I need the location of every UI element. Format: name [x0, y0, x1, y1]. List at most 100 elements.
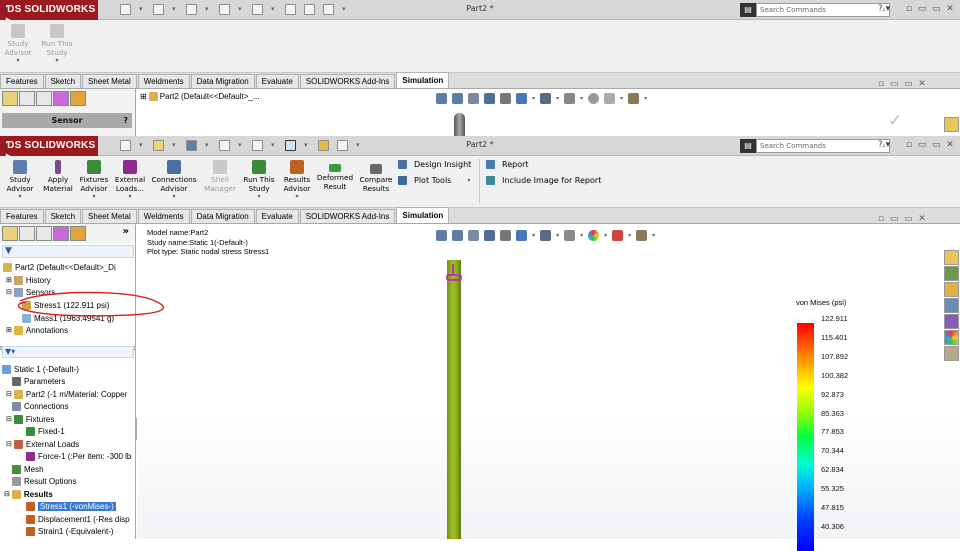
- connections-advisor-button[interactable]: Connections Advisor ▾: [150, 160, 198, 202]
- feature-manager-tab-icon[interactable]: [2, 91, 18, 106]
- zoom-fit-icon[interactable]: [436, 230, 447, 241]
- new-icon[interactable]: [120, 140, 131, 151]
- appearance-icon[interactable]: [588, 93, 600, 104]
- viewport-window-controls-bg[interactable]: ▫ ▭ ▭ ✕: [878, 79, 926, 89]
- undo-icon[interactable]: [252, 4, 263, 15]
- window-controls[interactable]: ▫ ▭ ▭ ✕: [906, 140, 954, 150]
- external-loads-button[interactable]: External Loads... ▾: [113, 160, 147, 202]
- tab-data-migration[interactable]: Data Migration: [190, 209, 255, 223]
- tab-sketch[interactable]: Sketch: [44, 74, 82, 88]
- study-fixed-1[interactable]: Fixed-1: [26, 425, 65, 437]
- search-commands-icon[interactable]: ▤: [740, 3, 756, 17]
- study-result-options[interactable]: Result Options: [12, 475, 76, 487]
- view-orientation-icon[interactable]: [516, 93, 527, 104]
- section-view-icon[interactable]: [484, 93, 495, 104]
- tab-features[interactable]: Features: [0, 74, 44, 88]
- feature-manager-tab-icon[interactable]: [2, 226, 18, 241]
- study-advisor-button[interactable]: Study Advisor ▾: [4, 160, 36, 202]
- file-explorer-icon[interactable]: [944, 298, 959, 313]
- tab-evaluate[interactable]: Evaluate: [255, 74, 299, 88]
- open-icon[interactable]: [153, 4, 164, 15]
- study-filter-icon[interactable]: ▼▾: [2, 346, 134, 358]
- solidworks-logo[interactable]: ƊSSOLIDWORKS ▸: [0, 136, 98, 162]
- display-manager-tab-icon[interactable]: [70, 226, 86, 241]
- solidworks-logo[interactable]: ƊSSOLIDWORKS ▸: [0, 0, 98, 26]
- window-controls[interactable]: ▫ ▭ ▭ ✕: [906, 4, 954, 14]
- tab-weldments[interactable]: Weldments: [137, 74, 190, 88]
- tab-weldments[interactable]: Weldments: [137, 209, 190, 223]
- run-study-button[interactable]: Run This Study ▾: [242, 160, 276, 202]
- new-icon[interactable]: [120, 4, 131, 15]
- legend-color-bar[interactable]: [797, 323, 814, 551]
- search-commands-input[interactable]: Search Commands ⌕: [756, 139, 890, 153]
- tab-simulation[interactable]: Simulation: [396, 72, 450, 88]
- options-icon[interactable]: [337, 140, 348, 151]
- zoom-area-icon[interactable]: [452, 93, 463, 104]
- compare-results-button[interactable]: Compare Results: [358, 164, 394, 193]
- tree-root[interactable]: Part2 (Default<<Default>_Di: [3, 261, 116, 273]
- home-taskpane-icon[interactable]: [944, 117, 959, 132]
- include-image-button[interactable]: Include Image for Report: [486, 176, 601, 185]
- view-orientation-icon[interactable]: [516, 230, 527, 241]
- run-study-button-bg[interactable]: Run This Study ▾: [40, 24, 74, 66]
- study-parameters[interactable]: Parameters: [12, 375, 65, 387]
- resources-taskpane-icon[interactable]: [944, 266, 959, 281]
- viewport-window-controls[interactable]: ▫ ▭ ▭ ✕: [878, 214, 926, 224]
- dimxpert-tab-icon[interactable]: [53, 226, 69, 241]
- deformed-result-button[interactable]: Deformed Result: [316, 164, 354, 191]
- help-icon[interactable]: ?: [123, 113, 128, 128]
- search-commands-icon[interactable]: ▤: [740, 139, 756, 153]
- tab-sheet-metal[interactable]: Sheet Metal: [82, 209, 137, 223]
- study-advisor-button-bg[interactable]: Study Advisor ▾: [4, 24, 32, 66]
- tree-annotations[interactable]: ⊞ Annotations: [6, 324, 68, 336]
- part-preview[interactable]: [454, 113, 465, 136]
- undo-icon[interactable]: [252, 140, 263, 151]
- ok-checkmark-icon[interactable]: ✓: [888, 111, 902, 131]
- select-icon[interactable]: [285, 4, 296, 15]
- display-style-icon[interactable]: [540, 93, 552, 104]
- dynamic-annotation-icon[interactable]: [500, 230, 511, 241]
- tab-sketch[interactable]: Sketch: [44, 209, 82, 223]
- help-icon[interactable]: ? ▾: [878, 4, 890, 14]
- search-commands-input[interactable]: Search Commands ⌕: [756, 3, 890, 17]
- study-results[interactable]: ⊟ Results: [4, 488, 53, 500]
- property-manager-tab-icon[interactable]: [19, 226, 35, 241]
- save-icon[interactable]: [186, 140, 197, 151]
- view-settings-icon[interactable]: [628, 93, 640, 104]
- study-fixtures[interactable]: ⊟ Fixtures: [6, 413, 54, 425]
- study-part[interactable]: ⊟ Part2 (-1 m/Material: Copper: [6, 388, 127, 400]
- study-connections[interactable]: Connections: [12, 400, 68, 412]
- print-icon[interactable]: [219, 140, 230, 151]
- result-strain1[interactable]: Strain1 (-Equivalent-): [26, 525, 114, 537]
- design-library-icon[interactable]: [944, 282, 959, 297]
- filter-icon[interactable]: ▼: [2, 245, 134, 258]
- display-manager-tab-icon[interactable]: [70, 91, 86, 106]
- result-displacement1[interactable]: Displacement1 (-Res disp: [26, 513, 130, 525]
- study-root[interactable]: Static 1 (-Default-): [2, 363, 79, 375]
- results-advisor-button[interactable]: Results Advisor ▾: [281, 160, 313, 202]
- fixtures-advisor-button[interactable]: Fixtures Advisor ▾: [78, 160, 110, 202]
- config-manager-tab-icon[interactable]: [36, 91, 52, 106]
- apply-material-button[interactable]: Apply Material: [42, 160, 74, 193]
- shell-manager-button[interactable]: Shell Manager: [202, 160, 238, 193]
- tab-data-migration[interactable]: Data Migration: [190, 74, 255, 88]
- tab-addins[interactable]: SOLIDWORKS Add-Ins: [299, 74, 396, 88]
- study-mesh[interactable]: Mesh: [12, 463, 44, 475]
- dimxpert-tab-icon[interactable]: [53, 91, 69, 106]
- rebuild-icon[interactable]: [304, 4, 315, 15]
- select-icon[interactable]: [285, 140, 296, 151]
- print-icon[interactable]: [219, 4, 230, 15]
- custom-properties-icon[interactable]: [944, 346, 959, 361]
- section-view-icon[interactable]: [484, 230, 495, 241]
- save-icon[interactable]: [186, 4, 197, 15]
- tree-root-overlay[interactable]: ⊞ Part2 (Default<<Default>_...: [140, 92, 260, 102]
- options-icon[interactable]: [323, 4, 334, 15]
- tab-addins[interactable]: SOLIDWORKS Add-Ins: [299, 209, 396, 223]
- previous-view-icon[interactable]: [468, 230, 479, 241]
- tab-evaluate[interactable]: Evaluate: [255, 209, 299, 223]
- appearances-icon[interactable]: [944, 330, 959, 345]
- tab-features[interactable]: Features: [0, 209, 44, 223]
- help-icon[interactable]: ? ▾: [878, 140, 890, 150]
- tab-simulation[interactable]: Simulation: [396, 207, 450, 223]
- appearance-icon[interactable]: [588, 230, 600, 241]
